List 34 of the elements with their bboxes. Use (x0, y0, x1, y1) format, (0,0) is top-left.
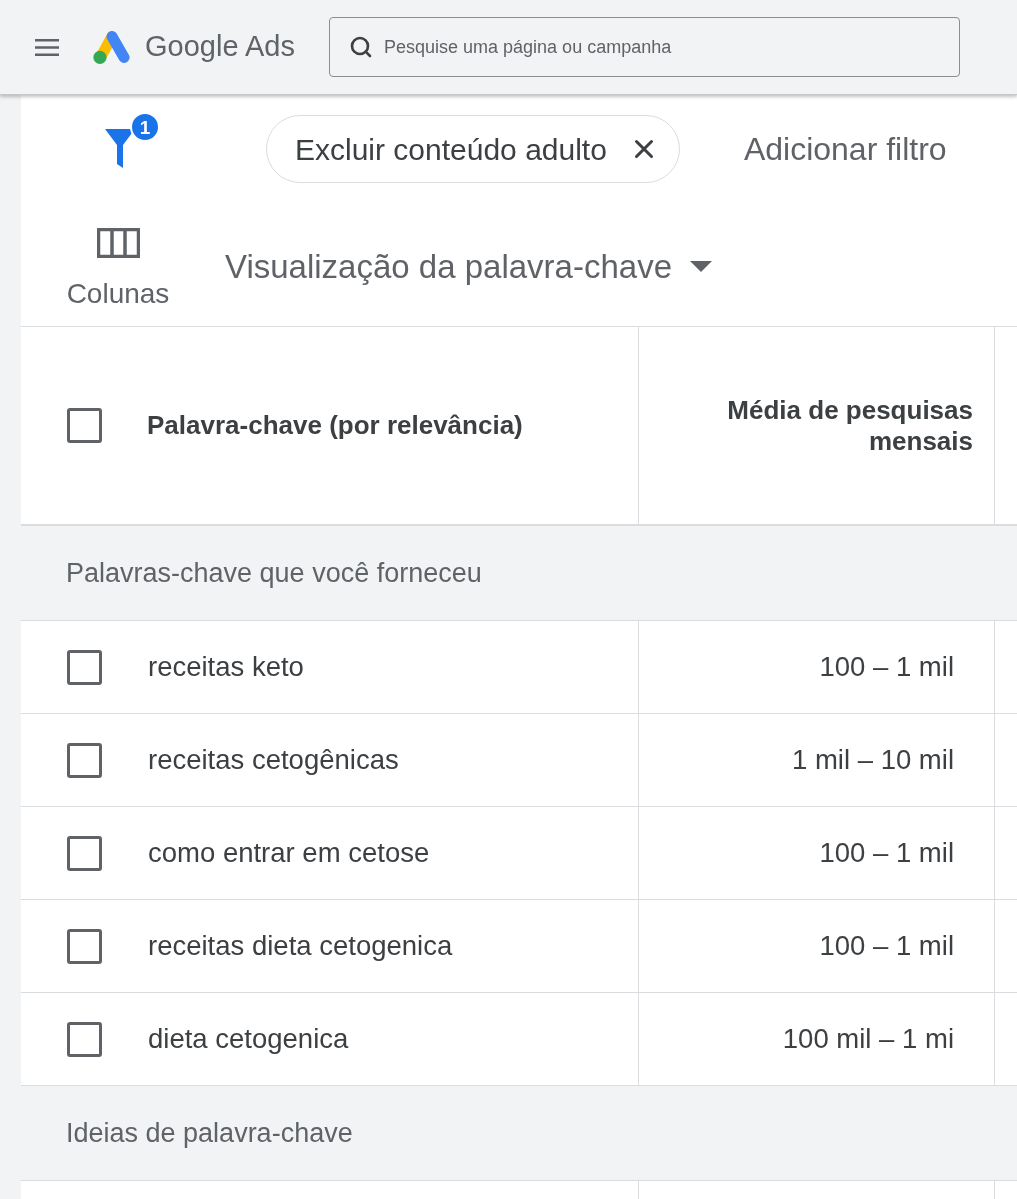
keyword-text: receitas dieta cetogenica (148, 929, 453, 964)
search-volume-text: 100 – 1 mil (819, 836, 954, 871)
search-volume-text: 1 mil – 10 mil (792, 743, 954, 778)
count-badge: 1 (130, 112, 160, 142)
columns-icon (96, 227, 140, 258)
view-dropdown[interactable]: Visualização da palavra-chave (225, 241, 712, 292)
checkbox[interactable] (67, 928, 102, 964)
keyword-text: receitas keto (148, 650, 304, 685)
search-volume-text: 100 – 1 mil (819, 929, 954, 964)
columns-label: Colunas (66, 279, 170, 308)
group-title: Ideias de palavra-chave (66, 1116, 353, 1150)
column-header[interactable]: Palavra-chave (por relevância) (147, 406, 523, 445)
keyword-text: dieta cetogenica (148, 1022, 349, 1057)
group-title: Palavras-chave que você forneceu (66, 556, 482, 590)
filter-chip-label: Excluir conteúdo adulto (295, 131, 607, 168)
search-volume-text: 100 – 1 mil (819, 650, 954, 685)
search-field[interactable]: Pesquise uma página ou campanha (329, 17, 960, 77)
column-header[interactable]: Média de pesquisas mensais (693, 394, 973, 457)
keyword-text: como entrar em cetose (148, 836, 430, 871)
columns-button[interactable]: Colunas (62, 227, 174, 308)
checkbox[interactable] (67, 742, 102, 778)
checkbox[interactable] (67, 1021, 102, 1057)
keyword-text: receitas cetogênicas (148, 743, 399, 778)
checkbox[interactable] (67, 649, 102, 685)
checkbox[interactable] (67, 835, 102, 871)
search-icon (349, 35, 373, 59)
caret-icon (690, 261, 712, 272)
logo-icon (93, 30, 131, 64)
view-dropdown-label: Visualização da palavra-chave (225, 246, 672, 287)
search-volume-text: 100 mil – 1 mi (782, 1022, 954, 1057)
menu-icon[interactable] (35, 38, 59, 56)
add-filter-button[interactable]: Adicionar filtro (743, 125, 947, 173)
checkbox[interactable] (67, 408, 102, 443)
logo-text: Google Ads (145, 29, 295, 65)
